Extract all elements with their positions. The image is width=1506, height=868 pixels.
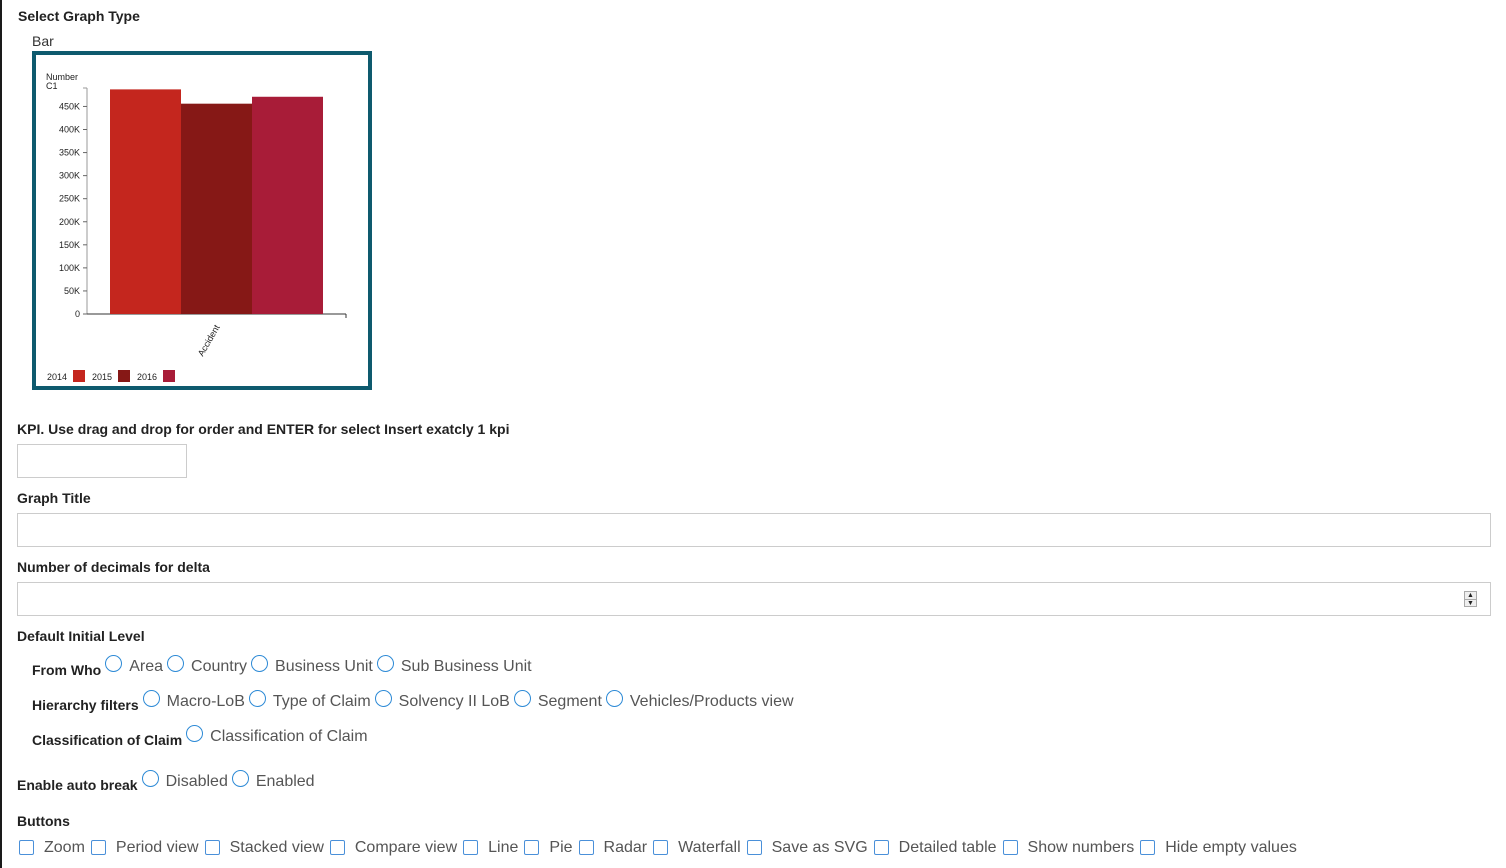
y-tick-label: 400K: [59, 125, 80, 135]
radio-classification-of-claim[interactable]: [186, 724, 204, 742]
option-zoom: Zoom: [44, 839, 85, 856]
option-waterfall: Waterfall: [678, 839, 741, 856]
option-solvency-ii-lob: Solvency II LoB: [398, 693, 510, 710]
bar-2015-accident: [181, 103, 252, 314]
option-line: Line: [488, 839, 519, 856]
radio-enabled[interactable]: [231, 769, 249, 787]
window-edge: [0, 0, 2, 868]
legend-swatch-2016: [163, 370, 175, 382]
select-graph-type-label: Select Graph Type: [18, 8, 140, 24]
from-who-group: From Who Area Country Business Unit Sub …: [32, 652, 532, 682]
x-tick-label: Accident: [196, 323, 222, 358]
checkbox-pie[interactable]: [524, 839, 540, 855]
hierarchy-filters-label: Hierarchy filters: [32, 697, 139, 713]
bar-2014-accident: [110, 89, 181, 315]
checkbox-stacked-view[interactable]: [204, 839, 220, 855]
checkbox-compare-view[interactable]: [329, 839, 345, 855]
y-tick-label: 300K: [59, 171, 80, 181]
radio-area[interactable]: [105, 654, 123, 672]
decimals-label: Number of decimals for delta: [17, 559, 210, 575]
y-axis-label: C1: [46, 81, 58, 91]
legend-swatch-2014: [73, 370, 85, 382]
number-spinner[interactable]: ▲ ▼: [1464, 591, 1477, 607]
radio-macro-lob[interactable]: [142, 689, 160, 707]
from-who-label: From Who: [32, 662, 102, 678]
option-classification-of-claim: Classification of Claim: [210, 728, 368, 745]
auto-break-label: Enable auto break: [17, 777, 138, 793]
radio-sub-business-unit[interactable]: [376, 654, 394, 672]
radio-solvency-ii-lob[interactable]: [374, 689, 392, 707]
checkbox-detailed-table[interactable]: [873, 839, 889, 855]
checkbox-period-view[interactable]: [90, 839, 106, 855]
option-radar: Radar: [603, 839, 648, 856]
option-period-view: Period view: [115, 839, 199, 856]
y-tick-label: 50K: [64, 286, 80, 296]
option-pie: Pie: [549, 839, 573, 856]
decimals-input[interactable]: ▲ ▼: [17, 582, 1491, 616]
option-sub-business-unit: Sub Business Unit: [400, 658, 532, 675]
radio-country[interactable]: [167, 654, 185, 672]
y-tick-label: 450K: [59, 101, 80, 111]
buttons-checkbox-group: Zoom Period view Stacked view Compare vi…: [19, 836, 1303, 860]
kpi-input[interactable]: [17, 444, 187, 478]
y-tick-label: 200K: [59, 217, 80, 227]
buttons-label: Buttons: [17, 813, 70, 829]
bar-2016-accident: [252, 96, 323, 314]
default-initial-level-label: Default Initial Level: [17, 628, 145, 644]
option-save-as-svg: Save as SVG: [771, 839, 868, 856]
checkbox-hide-empty-values[interactable]: [1140, 839, 1156, 855]
checkbox-line[interactable]: [463, 839, 479, 855]
classification-of-claim-group: Classification of Claim Classification o…: [32, 722, 368, 752]
checkbox-zoom[interactable]: [19, 839, 34, 855]
legend-label-2014: 2014: [47, 372, 67, 382]
radio-type-of-claim[interactable]: [248, 689, 266, 707]
y-tick-label: 150K: [59, 240, 80, 250]
option-stacked-view: Stacked view: [229, 839, 324, 856]
radio-business-unit[interactable]: [251, 654, 269, 672]
option-vehicles-products-view: Vehicles/Products view: [629, 693, 794, 710]
classification-of-claim-label: Classification of Claim: [32, 732, 183, 748]
checkbox-save-as-svg[interactable]: [746, 839, 762, 855]
option-area: Area: [129, 658, 164, 675]
checkbox-waterfall[interactable]: [653, 839, 669, 855]
y-tick-label: 350K: [59, 148, 80, 158]
option-hide-empty-values: Hide empty values: [1165, 839, 1297, 856]
y-tick-label: 0: [75, 309, 80, 319]
option-detailed-table: Detailed table: [898, 839, 997, 856]
option-business-unit: Business Unit: [275, 658, 373, 675]
spinner-up-icon[interactable]: ▲: [1465, 592, 1476, 599]
option-type-of-claim: Type of Claim: [272, 693, 371, 710]
hierarchy-filters-group: Hierarchy filters Macro-LoB Type of Clai…: [32, 687, 794, 717]
legend-swatch-2015: [118, 370, 130, 382]
graph-title-label: Graph Title: [17, 490, 91, 506]
option-disabled: Disabled: [165, 773, 228, 790]
graph-title-input[interactable]: [17, 513, 1491, 547]
bar-graph-preview[interactable]: Number C1 0 50K 100K 150K 200K 250K 300K 350K 400K…: [32, 51, 372, 390]
spinner-down-icon[interactable]: ▼: [1465, 600, 1476, 607]
checkbox-radar[interactable]: [578, 839, 594, 855]
radio-disabled[interactable]: [141, 769, 159, 787]
kpi-label: KPI. Use drag and drop for order and ENT…: [17, 421, 510, 437]
legend-label-2016: 2016: [137, 372, 157, 382]
y-tick-label: 250K: [59, 194, 80, 204]
y-tick-label: 100K: [59, 263, 80, 273]
checkbox-show-numbers[interactable]: [1002, 839, 1018, 855]
option-enabled: Enabled: [255, 773, 315, 790]
graph-type-name: Bar: [32, 33, 54, 49]
bar-chart: NumberC1050K100K150K200K250K300K350K400K…: [46, 72, 347, 382]
option-macro-lob: Macro-LoB: [166, 693, 245, 710]
auto-break-group: Enable auto break Disabled Enabled: [17, 767, 315, 797]
legend-label-2015: 2015: [92, 372, 112, 382]
option-segment: Segment: [537, 693, 602, 710]
radio-segment[interactable]: [513, 689, 531, 707]
option-show-numbers: Show numbers: [1027, 839, 1135, 856]
option-country: Country: [191, 658, 248, 675]
option-compare-view: Compare view: [354, 839, 458, 856]
radio-vehicles-products-view[interactable]: [605, 689, 623, 707]
